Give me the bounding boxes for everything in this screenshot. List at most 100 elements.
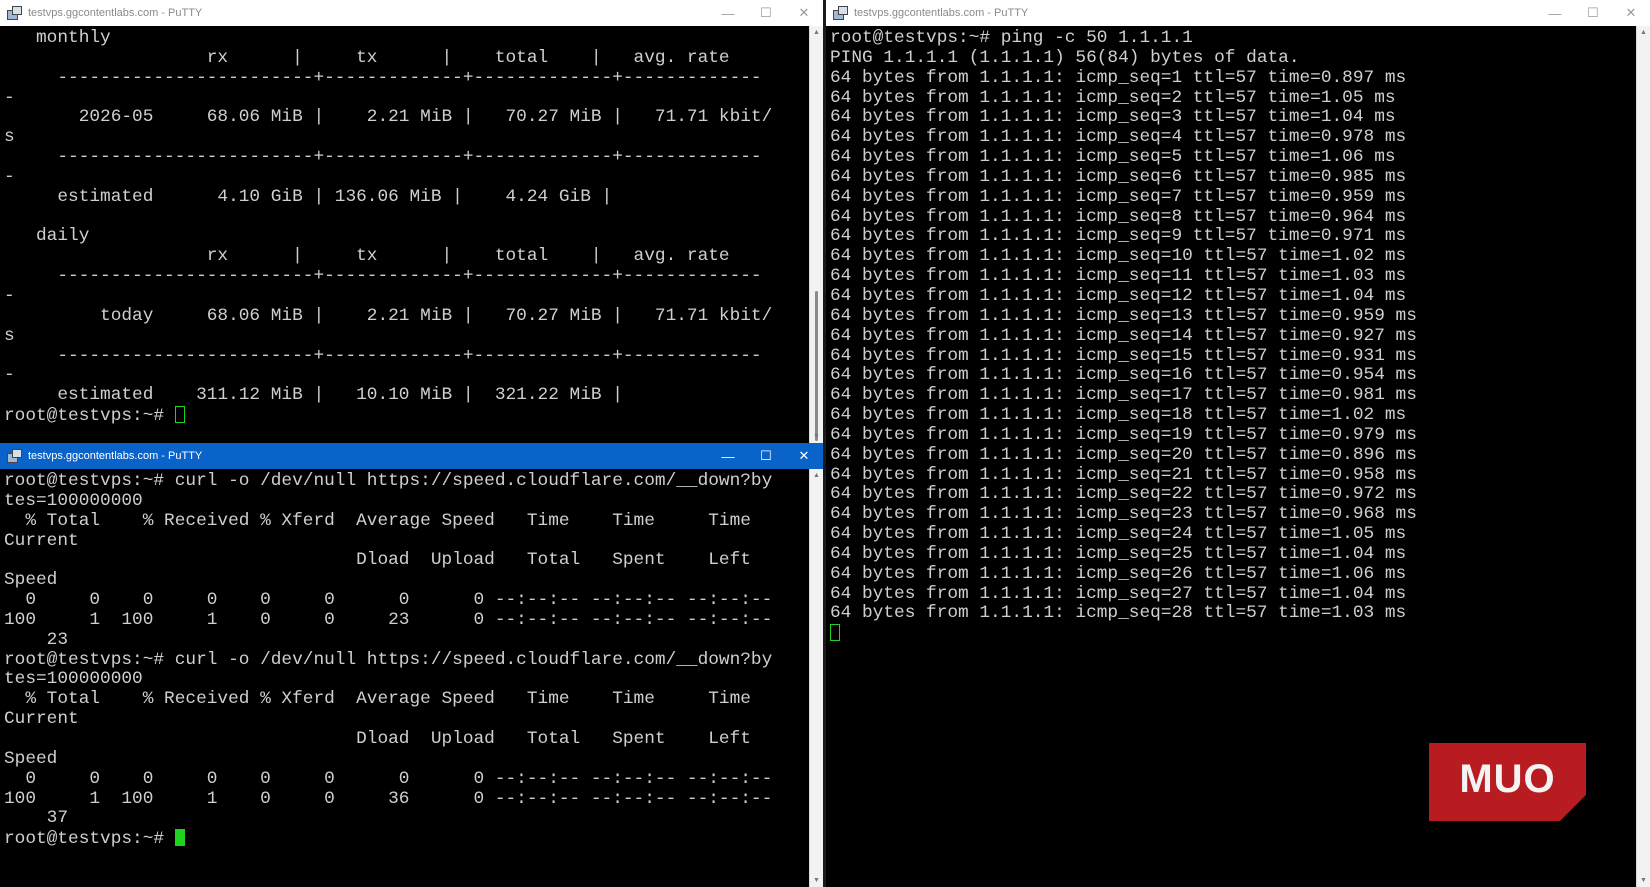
terminal-line: estimated 311.12 MiB | 10.10 MiB | 321.2… — [4, 385, 623, 406]
putty-window-curl[interactable]: testvps.ggcontentlabs.com - PuTTY — ☐ ✕ … — [0, 443, 823, 887]
terminal-line: 64 bytes from 1.1.1.1: icmp_seq=2 ttl=57… — [830, 87, 1396, 108]
terminal-line: % Total % Received % Xferd Average Speed… — [4, 689, 751, 710]
terminal-line: ------------------------+-------------+-… — [4, 266, 762, 287]
terminal-line: - — [4, 166, 15, 187]
terminal-line: root@testvps:~# ping -c 50 1.1.1.1 — [830, 28, 1193, 48]
scroll-down-arrow-icon[interactable]: ▼ — [1637, 877, 1650, 884]
window-title: testvps.ggcontentlabs.com - PuTTY — [28, 7, 203, 19]
terminal-area[interactable]: monthly rx | tx | total | avg. rate ----… — [0, 26, 809, 443]
titlebar[interactable]: testvps.ggcontentlabs.com - PuTTY — ☐ ✕ — [0, 443, 823, 469]
shell-prompt: root@testvps:~# — [4, 829, 175, 850]
terminal-line: Dload Upload Total Spent Left — [4, 550, 751, 571]
terminal-line: 64 bytes from 1.1.1.1: icmp_seq=6 ttl=57… — [830, 166, 1407, 187]
terminal-line: 64 bytes from 1.1.1.1: icmp_seq=10 ttl=5… — [830, 246, 1407, 267]
terminal-line: - — [4, 87, 15, 108]
terminal-line: Speed — [4, 748, 58, 769]
maximize-button[interactable]: ☐ — [747, 443, 785, 469]
terminal-line: 64 bytes from 1.1.1.1: icmp_seq=28 ttl=5… — [830, 603, 1407, 624]
terminal-line: 64 bytes from 1.1.1.1: icmp_seq=27 ttl=5… — [830, 583, 1407, 604]
text-cursor — [174, 829, 185, 847]
terminal-line: 64 bytes from 1.1.1.1: icmp_seq=13 ttl=5… — [830, 305, 1417, 326]
terminal-line: - — [4, 285, 15, 306]
terminal-line: 64 bytes from 1.1.1.1: icmp_seq=11 ttl=5… — [830, 266, 1407, 287]
putty-window-vnstat[interactable]: testvps.ggcontentlabs.com - PuTTY — ☐ ✕ … — [0, 0, 823, 443]
prompt-line: root@testvps:~# — [4, 829, 809, 849]
terminal-line: s — [4, 325, 15, 346]
vertical-scrollbar[interactable]: ▲ ▼ — [809, 469, 823, 887]
terminal-line: Dload Upload Total Spent Left — [4, 728, 751, 749]
titlebar[interactable]: testvps.ggcontentlabs.com - PuTTY — ☐ ✕ — [826, 0, 1650, 26]
terminal-line: 64 bytes from 1.1.1.1: icmp_seq=15 ttl=5… — [830, 345, 1417, 366]
terminal-line: today 68.06 MiB | 2.21 MiB | 70.27 MiB |… — [4, 305, 773, 326]
terminal-line: - — [4, 365, 15, 386]
terminal-line: 64 bytes from 1.1.1.1: icmp_seq=12 ttl=5… — [830, 285, 1407, 306]
putty-icon — [6, 5, 22, 21]
terminal-line: monthly — [4, 28, 111, 48]
terminal-line: tes=100000000 — [4, 669, 143, 690]
terminal-line: tes=100000000 — [4, 490, 143, 511]
terminal-line: 64 bytes from 1.1.1.1: icmp_seq=26 ttl=5… — [830, 563, 1407, 584]
terminal-line: 64 bytes from 1.1.1.1: icmp_seq=4 ttl=57… — [830, 127, 1407, 148]
scroll-up-arrow-icon[interactable]: ▲ — [810, 472, 823, 479]
terminal-area[interactable]: root@testvps:~# curl -o /dev/null https:… — [0, 469, 809, 887]
window-title: testvps.ggcontentlabs.com - PuTTY — [854, 7, 1029, 19]
text-cursor — [830, 624, 840, 642]
terminal-line: 64 bytes from 1.1.1.1: icmp_seq=24 ttl=5… — [830, 524, 1407, 545]
vertical-scrollbar[interactable]: ▲ ▼ — [1636, 26, 1650, 887]
text-cursor — [174, 406, 185, 424]
terminal-line: root@testvps:~# curl -o /dev/null https:… — [4, 649, 773, 670]
scrollbar-thumb[interactable] — [815, 291, 818, 441]
terminal-line: 64 bytes from 1.1.1.1: icmp_seq=3 ttl=57… — [830, 107, 1396, 128]
vertical-scrollbar[interactable]: ▲ ▼ — [809, 26, 823, 443]
terminal-line: s — [4, 127, 15, 148]
terminal-line: 100 1 100 1 0 0 36 0 --:--:-- --:--:-- -… — [4, 788, 773, 809]
terminal-line: 2026-05 68.06 MiB | 2.21 MiB | 70.27 MiB… — [4, 107, 773, 128]
terminal-line: ------------------------+-------------+-… — [4, 147, 762, 168]
terminal-line: PING 1.1.1.1 (1.1.1.1) 56(84) bytes of d… — [830, 47, 1300, 68]
terminal-line: 23 — [4, 629, 69, 650]
putty-icon — [832, 5, 848, 21]
terminal-line: Current — [4, 530, 79, 551]
close-button[interactable]: ✕ — [1612, 0, 1650, 26]
titlebar[interactable]: testvps.ggcontentlabs.com - PuTTY — ☐ ✕ — [0, 0, 823, 26]
terminal-line: ------------------------+-------------+-… — [4, 345, 762, 366]
terminal-line: 100 1 100 1 0 0 23 0 --:--:-- --:--:-- -… — [4, 609, 773, 630]
minimize-button[interactable]: — — [1536, 0, 1574, 26]
terminal-line: 64 bytes from 1.1.1.1: icmp_seq=16 ttl=5… — [830, 365, 1417, 386]
terminal-line: ------------------------+-------------+-… — [4, 67, 762, 88]
terminal-line: 64 bytes from 1.1.1.1: icmp_seq=7 ttl=57… — [830, 186, 1407, 207]
terminal-line: 64 bytes from 1.1.1.1: icmp_seq=18 ttl=5… — [830, 405, 1407, 426]
terminal-line: rx | tx | total | avg. rate — [4, 47, 730, 68]
terminal-line: 64 bytes from 1.1.1.1: icmp_seq=8 ttl=57… — [830, 206, 1407, 227]
logo-notch — [1560, 795, 1586, 821]
terminal-line: 64 bytes from 1.1.1.1: icmp_seq=19 ttl=5… — [830, 424, 1417, 445]
maximize-button[interactable]: ☐ — [747, 0, 785, 26]
minimize-button[interactable]: — — [709, 443, 747, 469]
minimize-button[interactable]: — — [709, 0, 747, 26]
close-button[interactable]: ✕ — [785, 0, 823, 26]
maximize-button[interactable]: ☐ — [1574, 0, 1612, 26]
terminal-line: Current — [4, 709, 79, 730]
cursor-line — [830, 624, 1636, 644]
terminal-line: 37 — [4, 808, 69, 829]
terminal-line: 64 bytes from 1.1.1.1: icmp_seq=1 ttl=57… — [830, 67, 1407, 88]
scroll-down-arrow-icon[interactable]: ▼ — [810, 433, 823, 440]
terminal-line: estimated 4.10 GiB | 136.06 MiB | 4.24 G… — [4, 186, 613, 207]
terminal-line: 0 0 0 0 0 0 0 0 --:--:-- --:--:-- --:--:… — [4, 768, 773, 789]
putty-icon — [6, 448, 22, 464]
terminal-line: 64 bytes from 1.1.1.1: icmp_seq=20 ttl=5… — [830, 444, 1417, 465]
scroll-up-arrow-icon[interactable]: ▲ — [1637, 29, 1650, 36]
scroll-up-arrow-icon[interactable]: ▲ — [810, 29, 823, 36]
terminal-line: 64 bytes from 1.1.1.1: icmp_seq=22 ttl=5… — [830, 484, 1417, 505]
terminal-line: 64 bytes from 1.1.1.1: icmp_seq=17 ttl=5… — [830, 385, 1417, 406]
terminal-line: 64 bytes from 1.1.1.1: icmp_seq=21 ttl=5… — [830, 464, 1417, 485]
window-title: testvps.ggcontentlabs.com - PuTTY — [28, 450, 203, 462]
terminal-line: 0 0 0 0 0 0 0 0 --:--:-- --:--:-- --:--:… — [4, 590, 773, 611]
terminal-line: 64 bytes from 1.1.1.1: icmp_seq=5 ttl=57… — [830, 147, 1396, 168]
close-button[interactable]: ✕ — [785, 443, 823, 469]
terminal-line: 64 bytes from 1.1.1.1: icmp_seq=14 ttl=5… — [830, 325, 1417, 346]
terminal-line: Speed — [4, 570, 58, 591]
scroll-down-arrow-icon[interactable]: ▼ — [810, 877, 823, 884]
prompt-line: root@testvps:~# — [4, 406, 809, 426]
